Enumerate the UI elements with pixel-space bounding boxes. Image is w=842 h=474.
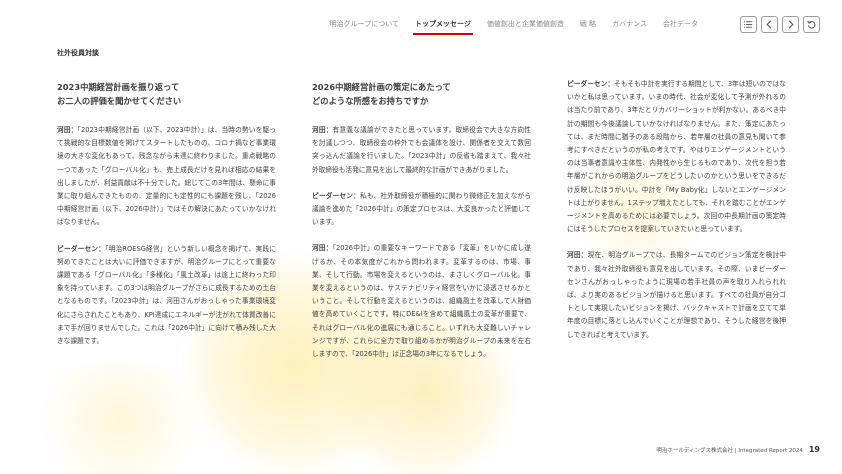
next-page-icon[interactable] [782,16,799,33]
question-heading: 2023中期経営計画を振り返って お二人の評価を聞かせてください [57,82,182,106]
speaker-name: 河田： [57,126,78,134]
nav-item-company-data[interactable]: 会社データ [655,18,706,30]
answer-paragraph: 河田：有意義な議論ができたと思っています。取締役会で大きな方向性を討議しつつ、取… [312,126,532,174]
speaker-name: ピーダーセン： [567,80,615,88]
nav-item-strategy[interactable]: 戦 略 [572,18,604,30]
list-icon[interactable] [740,16,757,33]
speaker-name: ピーダーセン： [57,244,106,253]
footer-company: 明治ホールディングス株式会社 | Integrated Report 2024 [656,448,803,454]
nav-item-about[interactable]: 明治グループについて [322,18,407,30]
answer-paragraph: 河田：現在、明治グループでは、長期タームでのビジョン策定を検討中であり、我々社外… [567,251,786,339]
section-title: 社外役員対談 [57,49,99,57]
back-icon[interactable] [803,16,820,33]
column-middle: 2026中期経営計画の策定にあたって どのような所感をお持ちですか 河田：有意義… [312,80,531,374]
nav-item-value-creation[interactable]: 価値創出と企業価値創造 [479,18,572,30]
speaker-name: 河田： [312,126,333,134]
answer-paragraph: 河田：「2026中計」の重要なキーワードである「変革」をいかに成し遂げるか、その… [312,244,531,359]
speaker-name: 河田： [312,244,333,253]
page-controls [740,16,820,33]
nav-item-governance[interactable]: ガバナンス [604,18,655,30]
speaker-name: 河田： [567,251,588,260]
top-navigation: 明治グループについて トップメッセージ 価値創出と企業価値創造 戦 略 ガバナン… [322,18,706,35]
answer-paragraph: ピーダーセン：そもそも中計を実行する期間として、3年は短いのではないかと私は思っ… [567,80,786,234]
page-number: 19 [808,445,820,454]
watercolor-splash [20,360,220,474]
prev-page-icon[interactable] [761,16,778,33]
speaker-name: ピーダーセン： [312,191,360,200]
answer-paragraph: ピーダーセン：「明治ROESG経営」という新しい概念を掲げて、実践に努めてきたこ… [57,244,276,346]
answer-paragraph: ピーダーセン：私も、社外取締役が積極的に関わり微修正を加えながら議論を進めた「2… [312,191,532,227]
nav-item-top-message[interactable]: トップメッセージ [407,18,479,35]
question-heading: 2026中期経営計画の策定にあたって どのような所感をお持ちですか [312,82,451,106]
column-left: 2023中期経営計画を振り返って お二人の評価を聞かせてください 河田：「202… [57,80,276,361]
answer-paragraph: 河田：「2023中期経営計画（以下、2023中計）」は、当時の勢いを駆って挑戦的… [57,126,277,227]
column-right: ピーダーセン：そもそも中計を実行する期間として、3年は短いのではないかと私は思っ… [567,78,786,355]
page-footer: 明治ホールディングス株式会社 | Integrated Report 2024 … [656,445,820,454]
